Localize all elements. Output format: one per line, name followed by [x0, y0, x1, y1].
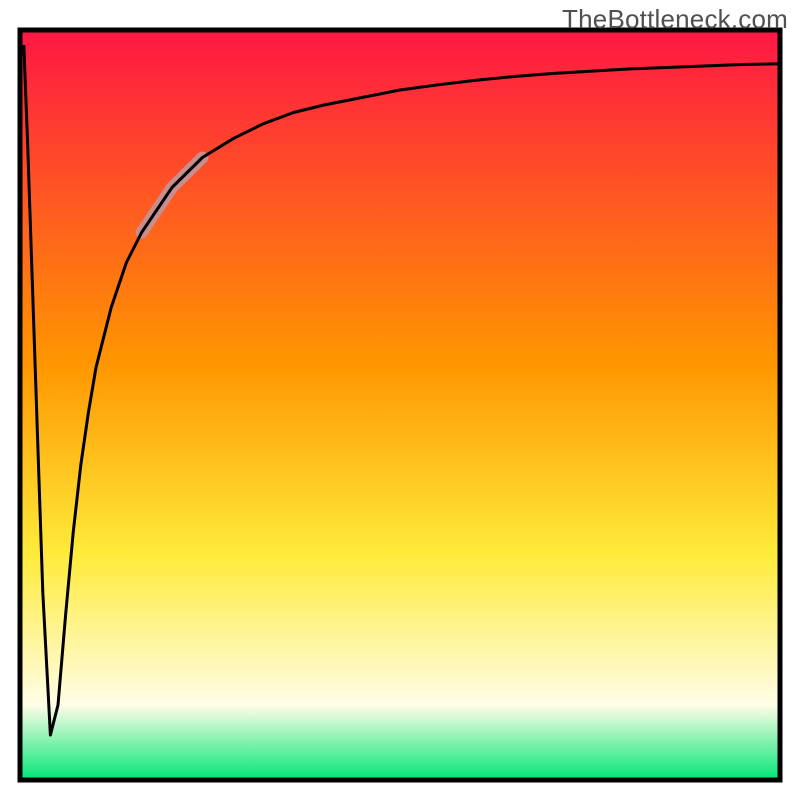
- chart-container: TheBottleneck.com: [0, 0, 800, 800]
- bottleneck-chart: [0, 0, 800, 800]
- watermark-label: TheBottleneck.com: [562, 4, 788, 35]
- plot-background: [20, 30, 780, 780]
